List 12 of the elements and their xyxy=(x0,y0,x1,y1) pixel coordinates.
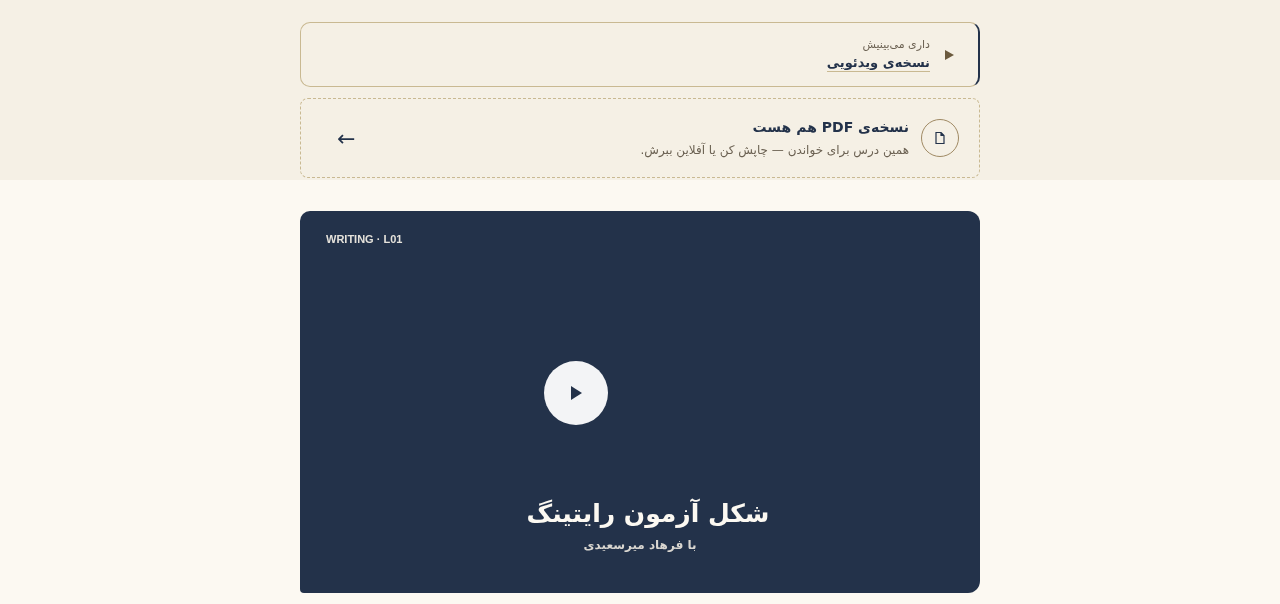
author-name: با فرهاد میرسعیدی xyxy=(583,538,697,552)
video-version-title: نسخه‌ی ویدئویی xyxy=(826,54,930,72)
caption: داری می‌بینیش xyxy=(861,37,930,51)
pdf-description: همین درس برای خواندن — چاپش کن یا آفلاین ببرش. xyxy=(639,143,909,157)
pdf-card[interactable]: نسخه‌ی PDF هم هست همین درس برای خواندن — چاپش کن یا آفلاین ببرش. ← xyxy=(300,98,980,178)
pdf-title: نسخه‌ی PDF هم هست xyxy=(751,119,909,135)
arrow-link[interactable]: ← xyxy=(337,125,356,151)
play-icon xyxy=(944,49,954,60)
lesson-tag: WRITING · L01 xyxy=(326,233,403,245)
play-icon xyxy=(570,386,582,400)
video-title: شکل آزمون رایتینگ xyxy=(526,499,770,528)
now-watching-card[interactable]: داری می‌بینیش نسخه‌ی ویدئویی xyxy=(300,22,980,87)
